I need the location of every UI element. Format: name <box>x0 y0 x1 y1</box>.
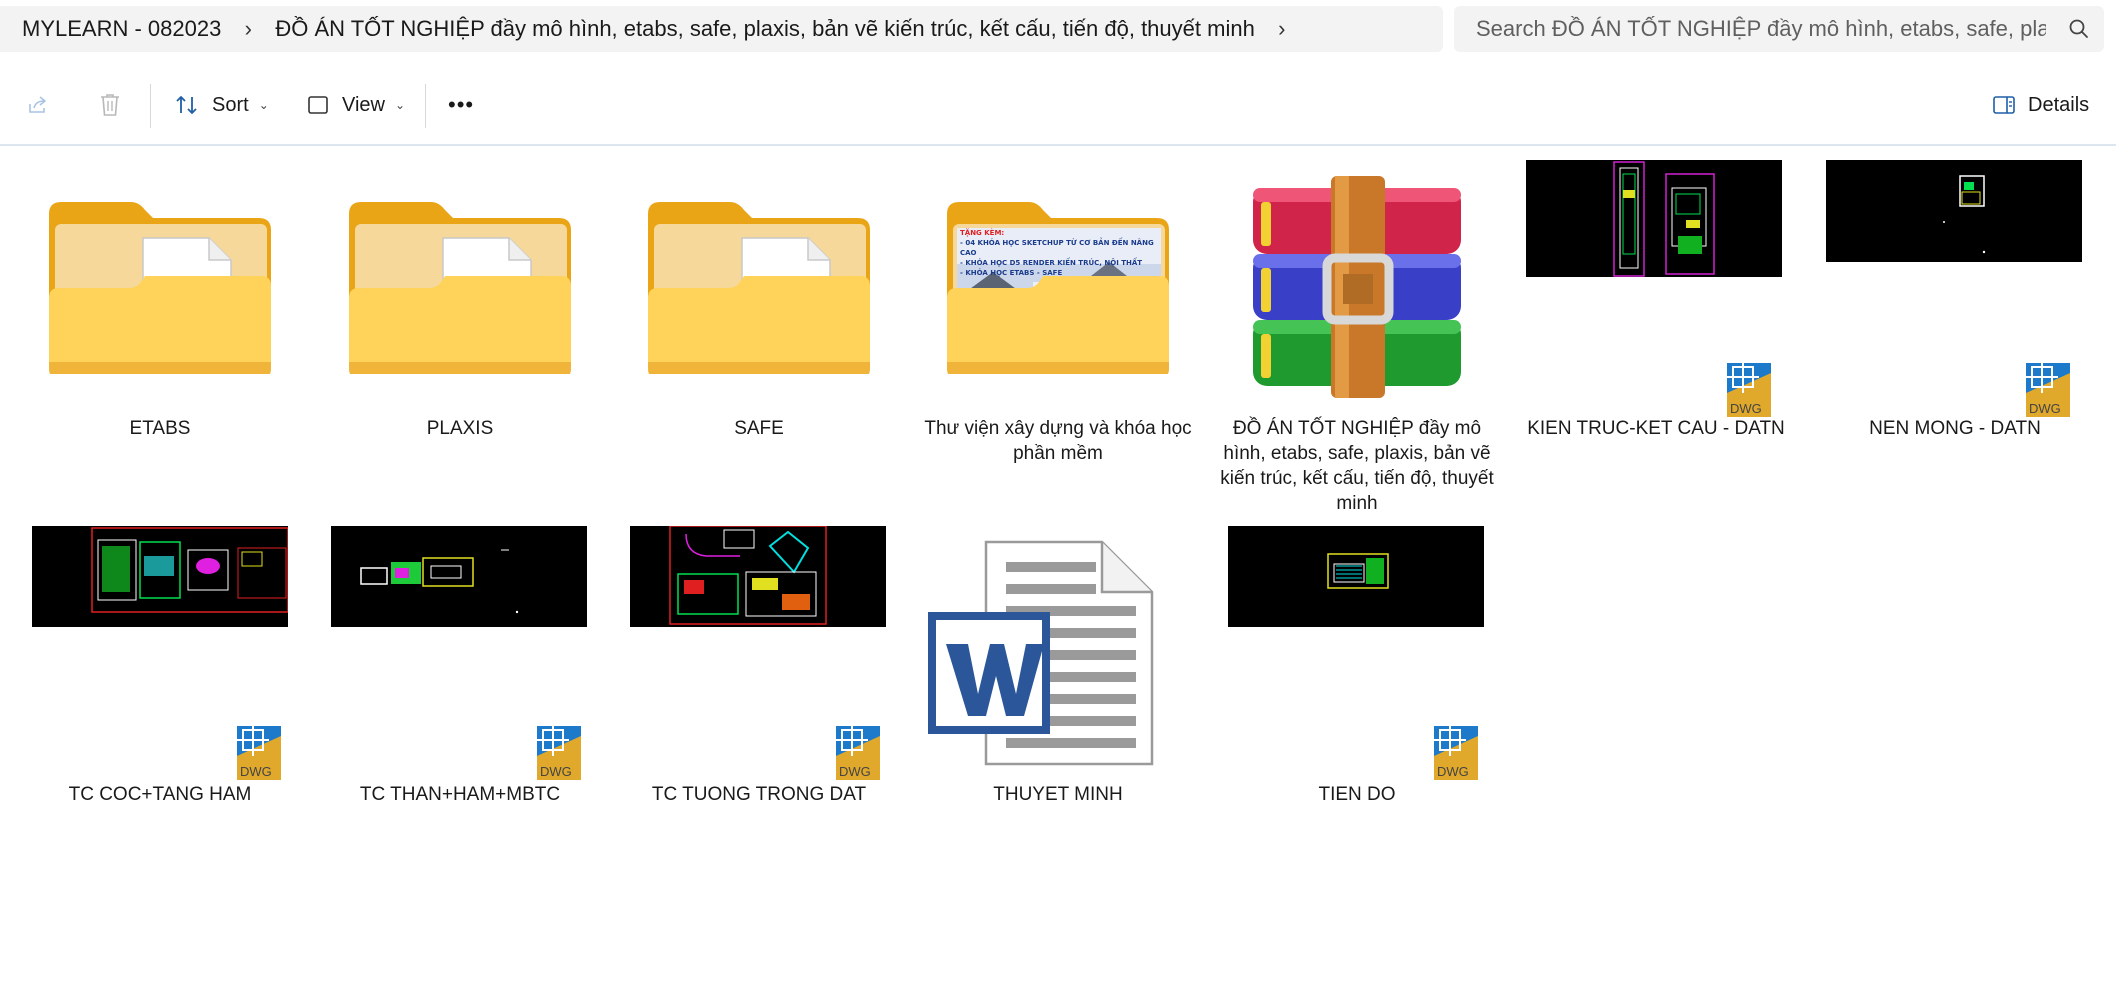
folder-preview-text: TẶNG KÈM: - 04 KHÓA HỌC SKETCHUP TỪ CƠ B… <box>960 228 1160 278</box>
details-label: Details <box>2028 93 2090 116</box>
folder-icon <box>49 202 271 374</box>
dwg-file-icon: DWG <box>2026 363 2070 417</box>
search-box[interactable] <box>1454 6 2104 52</box>
dwg-badge-text: DWG <box>839 764 871 779</box>
file-name: TC THAN+HAM+MBTC <box>359 784 561 805</box>
folder-icon <box>947 202 1169 374</box>
file-item-folder[interactable]: PLAXIS <box>320 160 600 460</box>
file-item-dwg[interactable]: DWG TC COC+TANG HAM <box>20 526 300 816</box>
cad-drawing-thumbnail <box>1526 160 1782 277</box>
file-item-dwg[interactable]: DWG NEN MONG - DATN <box>1815 160 2095 460</box>
toolbar-divider <box>150 84 151 128</box>
file-item-dwg[interactable]: DWG TC THAN+HAM+MBTC <box>320 526 600 816</box>
cad-drawing-thumbnail <box>630 526 886 627</box>
cad-drawing-thumbnail <box>331 526 587 627</box>
preview-line: TẶNG KÈM: <box>960 229 1005 237</box>
file-name: ĐỒ ÁN TỐT NGHIỆP đầy mô hình, etabs, saf… <box>1220 418 1494 514</box>
breadcrumb-chevron-icon[interactable]: › <box>1267 16 1297 42</box>
dwg-badge-text: DWG <box>2029 401 2061 416</box>
winrar-archive-icon <box>1253 176 1461 398</box>
sort-label: Sort <box>212 93 249 116</box>
word-document-icon <box>928 540 1154 766</box>
dwg-badge-text: DWG <box>1730 401 1762 416</box>
details-button[interactable]: Details <box>1992 66 2089 144</box>
dwg-file-icon: DWG <box>537 726 581 780</box>
file-item-dwg[interactable]: DWG TC TUONG TRONG DAT <box>619 526 899 816</box>
preview-line: - KHÓA HỌC D5 RENDER KIẾN TRÚC, NỘI THẤT <box>960 259 1143 267</box>
file-name: SAFE <box>734 418 784 439</box>
breadcrumb-item-mylearn[interactable]: MYLEARN - 082023 <box>0 6 233 52</box>
address-row: MYLEARN - 082023 › ĐỒ ÁN TỐT NGHIỆP đầy … <box>0 0 2116 62</box>
file-item-archive[interactable]: ĐỒ ÁN TỐT NGHIỆP đầy mô hình, etabs, saf… <box>1217 160 1497 520</box>
preview-line: - 04 KHÓA HỌC SKETCHUP TỪ CƠ BẢN ĐẾN NÂN… <box>960 239 1154 257</box>
file-name: ETABS <box>129 418 191 439</box>
view-button[interactable]: View ⌄ <box>306 66 405 144</box>
file-item-folder[interactable]: SAFE <box>619 160 899 460</box>
cad-drawing-thumbnail <box>1228 526 1484 627</box>
file-item-folder[interactable]: ETABS <box>20 160 300 460</box>
breadcrumb-separator-icon[interactable]: › <box>233 16 263 42</box>
share-icon <box>29 96 46 113</box>
dwg-file-icon: DWG <box>237 726 281 780</box>
command-bar: Sort ⌄ View ⌄ ••• Details <box>0 66 2116 146</box>
file-name: TC COC+TANG HAM <box>68 784 252 805</box>
dwg-badge-text: DWG <box>1437 764 1469 779</box>
file-name: NEN MONG - DATN <box>1869 418 2041 439</box>
view-icon <box>308 96 328 114</box>
search-icon[interactable] <box>2068 18 2090 40</box>
file-name: TC TUONG TRONG DAT <box>651 784 867 805</box>
file-item-dwg[interactable]: DWG TIEN DO <box>1217 526 1497 816</box>
file-name: KIEN TRUC-KET CAU - DATN <box>1527 418 1785 439</box>
preview-line: - KHÓA HỌC ETABS - SAFE <box>960 269 1063 277</box>
view-label: View <box>342 93 385 116</box>
cad-drawing-thumbnail <box>32 526 288 627</box>
file-name: THUYET MINH <box>993 784 1123 805</box>
dwg-file-icon: DWG <box>836 726 880 780</box>
delete-button[interactable] <box>98 66 122 144</box>
file-item-word[interactable]: THUYET MINH <box>918 526 1198 816</box>
file-name: PLAXIS <box>426 418 494 439</box>
chevron-down-icon: ⌄ <box>395 98 406 112</box>
sort-icon <box>176 96 197 114</box>
breadcrumb[interactable]: MYLEARN - 082023 › ĐỒ ÁN TỐT NGHIỆP đầy … <box>0 6 1443 52</box>
folder-icon <box>648 202 870 374</box>
dwg-badge-text: DWG <box>540 764 572 779</box>
details-pane-icon <box>1993 96 2015 114</box>
folder-icon <box>349 202 571 374</box>
file-item-dwg[interactable]: DWG KIEN TRUC-KET CAU - DATN <box>1516 160 1796 460</box>
cad-drawing-thumbnail <box>1826 160 2082 262</box>
search-input[interactable] <box>1474 15 2048 43</box>
dwg-file-icon: DWG <box>1434 726 1478 780</box>
sort-button[interactable]: Sort ⌄ <box>174 66 269 144</box>
share-button[interactable] <box>26 66 50 144</box>
trash-icon <box>101 94 119 116</box>
more-options-button[interactable]: ••• <box>448 66 474 144</box>
file-name: TIEN DO <box>1318 784 1396 805</box>
dwg-file-icon: DWG <box>1727 363 1771 417</box>
chevron-down-icon: ⌄ <box>258 98 269 112</box>
file-item-folder-preview[interactable]: TẶNG KÈM: - 04 KHÓA HỌC SKETCHUP TỪ CƠ B… <box>918 160 1198 480</box>
toolbar-divider <box>425 84 426 128</box>
file-name: Thư viện xây dựng và khóa học phần mềm <box>924 418 1192 464</box>
breadcrumb-item-current-folder[interactable]: ĐỒ ÁN TỐT NGHIỆP đầy mô hình, etabs, saf… <box>263 6 1266 52</box>
dwg-badge-text: DWG <box>240 764 272 779</box>
